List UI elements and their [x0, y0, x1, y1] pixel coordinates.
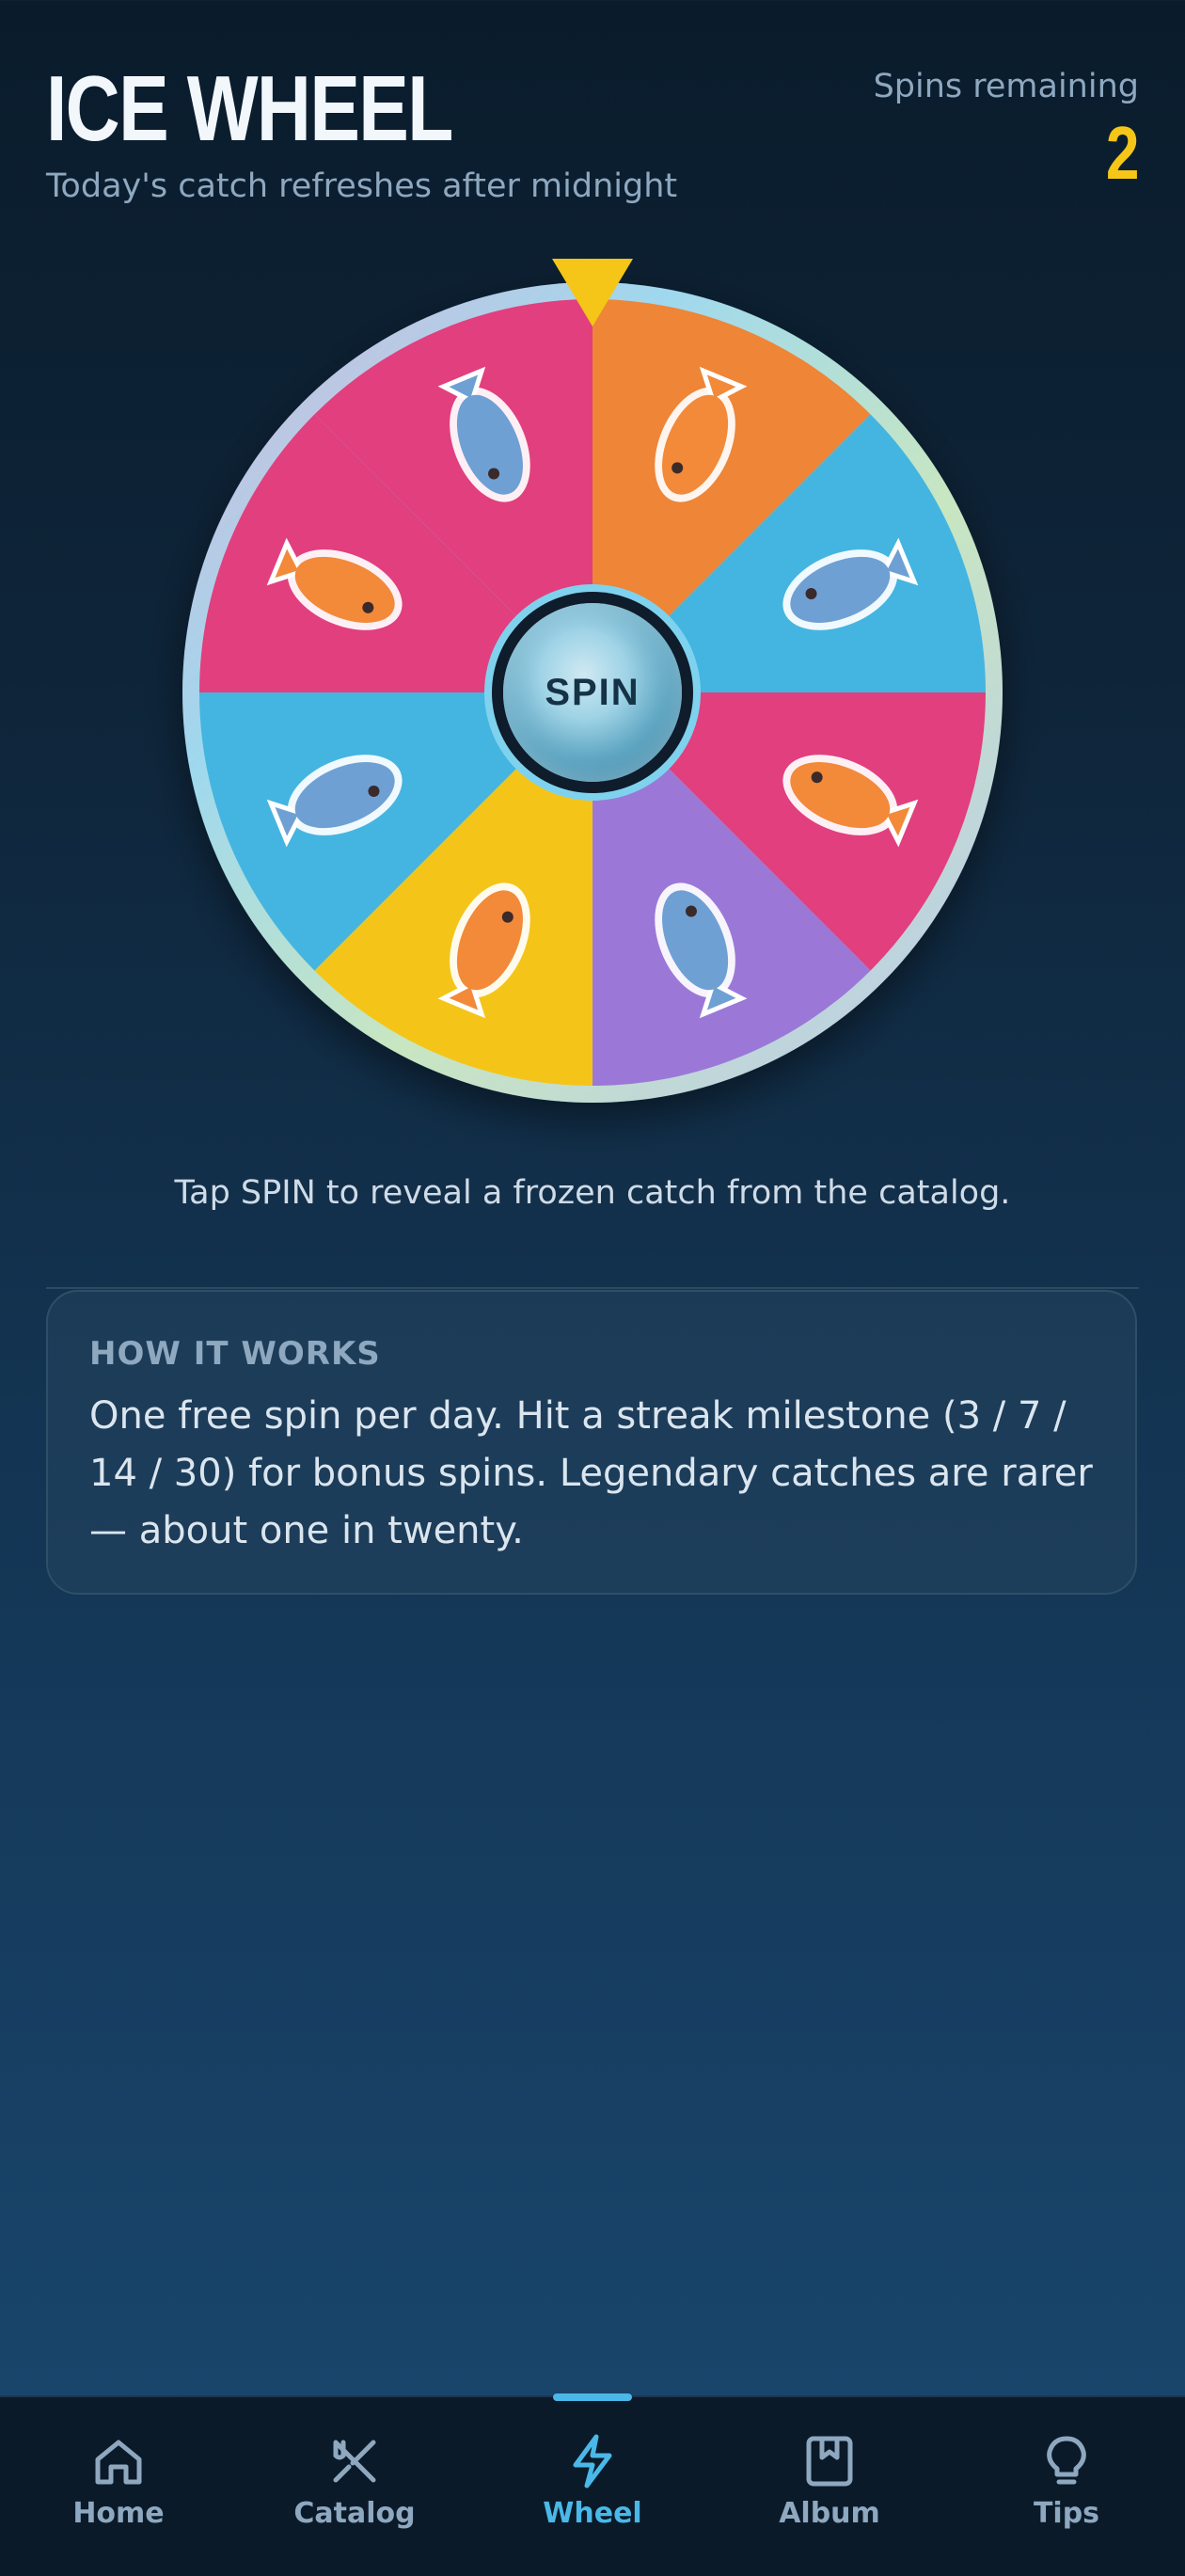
bottom-nav: Home Catalog Wheel Album Tips	[0, 2395, 1185, 2576]
wheel-icon	[573, 2434, 612, 2489]
nav-label-wheel: Wheel	[543, 2497, 642, 2530]
home-icon	[95, 2440, 142, 2485]
how-it-works-card: HOW IT WORKS One free spin per day. Hit …	[46, 1290, 1137, 1595]
nav-label-album: Album	[779, 2497, 880, 2530]
nav-item-home[interactable]: Home	[15, 2397, 222, 2576]
spin-button-label: SPIN	[545, 671, 640, 713]
how-it-works-body: One free spin per day. Hit a streak mile…	[89, 1394, 1093, 1552]
how-it-works-title: HOW IT WORKS	[89, 1335, 381, 1373]
nav-item-wheel[interactable]: Wheel	[489, 2397, 696, 2576]
active-tab-indicator	[553, 2393, 632, 2401]
page-subtitle: Today's catch refreshes after midnight	[46, 167, 678, 205]
nav-item-tips[interactable]: Tips	[963, 2397, 1170, 2576]
tips-icon	[1047, 2436, 1086, 2485]
nav-label-home: Home	[72, 2497, 165, 2530]
page-header: ICE WHEEL Today's catch refreshes after …	[46, 56, 1139, 226]
spin-button[interactable]: SPIN	[503, 603, 682, 782]
prize-wheel[interactable]: SPIN	[182, 282, 1003, 1103]
nav-item-catalog[interactable]: Catalog	[251, 2397, 458, 2576]
nav-item-album[interactable]: Album	[726, 2397, 933, 2576]
wheel-pointer-icon	[552, 259, 633, 326]
catalog-icon	[333, 2440, 376, 2483]
album-icon	[806, 2436, 853, 2487]
page-title: ICE WHEEL	[46, 56, 453, 160]
nav-label-tips: Tips	[1033, 2497, 1100, 2530]
divider	[46, 1287, 1139, 1289]
spin-hint: Tap SPIN to reveal a frozen catch from t…	[174, 1174, 1011, 1212]
nav-label-catalog: Catalog	[293, 2497, 416, 2530]
spins-remaining-label: Spins remaining	[873, 68, 1139, 105]
spins-remaining-count: 2	[1105, 111, 1139, 195]
